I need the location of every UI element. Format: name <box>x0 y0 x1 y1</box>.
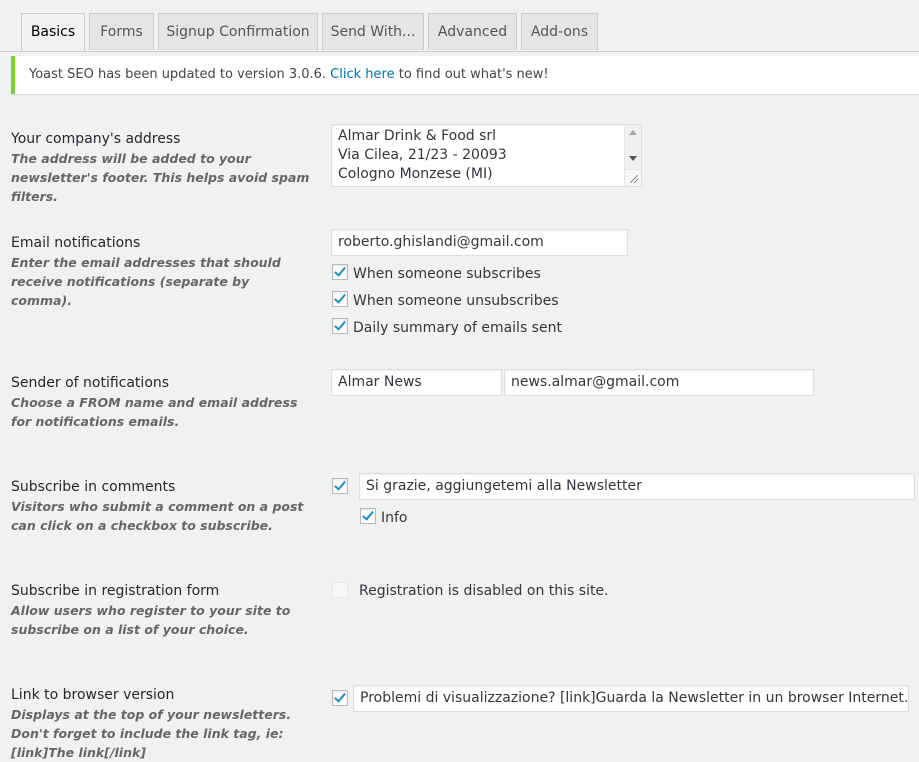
tab-forms[interactable]: Forms <box>89 13 154 50</box>
subscribe-registration-title: Subscribe in registration form <box>11 583 220 599</box>
tab-advanced[interactable]: Advanced <box>428 13 517 50</box>
sender-title: Sender of notifications <box>11 375 170 391</box>
unsubscribe-notify-checkbox[interactable] <box>332 291 348 307</box>
subscribe-notify-checkbox[interactable] <box>332 264 348 280</box>
email-notifications-description: Enter the email addresses that should re… <box>11 255 281 308</box>
update-notice: Yoast SEO has been updated to version 3.… <box>11 56 919 94</box>
company-address-textarea[interactable]: Almar Drink & Food srl Via Cilea, 21/23 … <box>331 124 642 187</box>
comments-info-label: Info <box>381 510 408 526</box>
sender-label: Sender of notifications Choose a FROM na… <box>11 374 311 431</box>
browser-link-description: Displays at the top of your newsletters.… <box>11 707 292 760</box>
daily-summary-checkbox[interactable] <box>332 318 348 334</box>
comments-label-input[interactable]: Si grazie, aggiungetemi alla Newsletter <box>359 473 915 500</box>
subscribe-notify-label: When someone subscribes <box>353 266 541 282</box>
notice-text-before: Yoast SEO has been updated to version 3.… <box>29 67 327 82</box>
resize-grip-icon[interactable] <box>624 169 641 186</box>
subscribe-comments-label: Subscribe in comments Visitors who submi… <box>11 478 311 535</box>
subscribe-registration-description: Allow users who register to your site to… <box>11 603 291 637</box>
company-address-lines: Almar Drink & Food srl Via Cilea, 21/23 … <box>338 127 507 184</box>
subscribe-registration-checkbox <box>332 582 348 598</box>
address-line: Via Cilea, 21/23 - 20093 <box>338 147 507 163</box>
unsubscribe-notify-label: When someone unsubscribes <box>353 293 559 309</box>
comments-info-checkbox[interactable] <box>360 508 376 524</box>
subscribe-comments-description: Visitors who submit a comment on a post … <box>11 499 304 533</box>
notification-email-input[interactable]: roberto.ghislandi@gmail.com <box>331 229 628 256</box>
browser-link-title: Link to browser version <box>11 687 175 703</box>
scroll-down-arrow-icon[interactable] <box>629 156 637 161</box>
textarea-scrollbar[interactable] <box>624 125 641 170</box>
company-address-description: The address will be added to your newsle… <box>11 151 310 204</box>
subscribe-comments-title: Subscribe in comments <box>11 479 176 495</box>
registration-status-text: Registration is disabled on this site. <box>359 583 609 599</box>
subscribe-registration-label: Subscribe in registration form Allow use… <box>11 582 311 639</box>
notice-link[interactable]: Click here <box>330 67 394 82</box>
tab-signup-confirmation[interactable]: Signup Confirmation <box>158 13 318 50</box>
tab-add-ons[interactable]: Add-ons <box>521 13 598 50</box>
sender-name-input[interactable]: Almar News <box>331 369 502 396</box>
tab-send-with[interactable]: Send With... <box>322 13 424 50</box>
email-notifications-label: Email notifications Enter the email addr… <box>11 234 311 310</box>
browser-link-input[interactable]: Problemi di visualizzazione? [link]Guard… <box>353 685 909 712</box>
company-address-label: Your company's address The address will … <box>11 130 311 206</box>
company-address-title: Your company's address <box>11 131 181 147</box>
notice-text-after: to find out what's new! <box>398 67 549 82</box>
subscribe-comments-checkbox[interactable] <box>332 478 348 494</box>
tab-basics[interactable]: Basics <box>21 13 85 51</box>
daily-summary-label: Daily summary of emails sent <box>353 320 562 336</box>
address-line: Cologno Monzese (MI) <box>338 166 493 182</box>
sender-description: Choose a FROM name and email address for… <box>11 395 298 429</box>
sender-email-input[interactable]: news.almar@gmail.com <box>504 369 814 396</box>
browser-link-checkbox[interactable] <box>332 690 348 706</box>
scroll-up-arrow-icon[interactable] <box>629 130 637 135</box>
browser-link-label: Link to browser version Displays at the … <box>11 686 311 762</box>
email-notifications-title: Email notifications <box>11 235 141 251</box>
tab-bar: Basics Forms Signup Confirmation Send Wi… <box>0 0 919 52</box>
address-line: Almar Drink & Food srl <box>338 128 497 144</box>
